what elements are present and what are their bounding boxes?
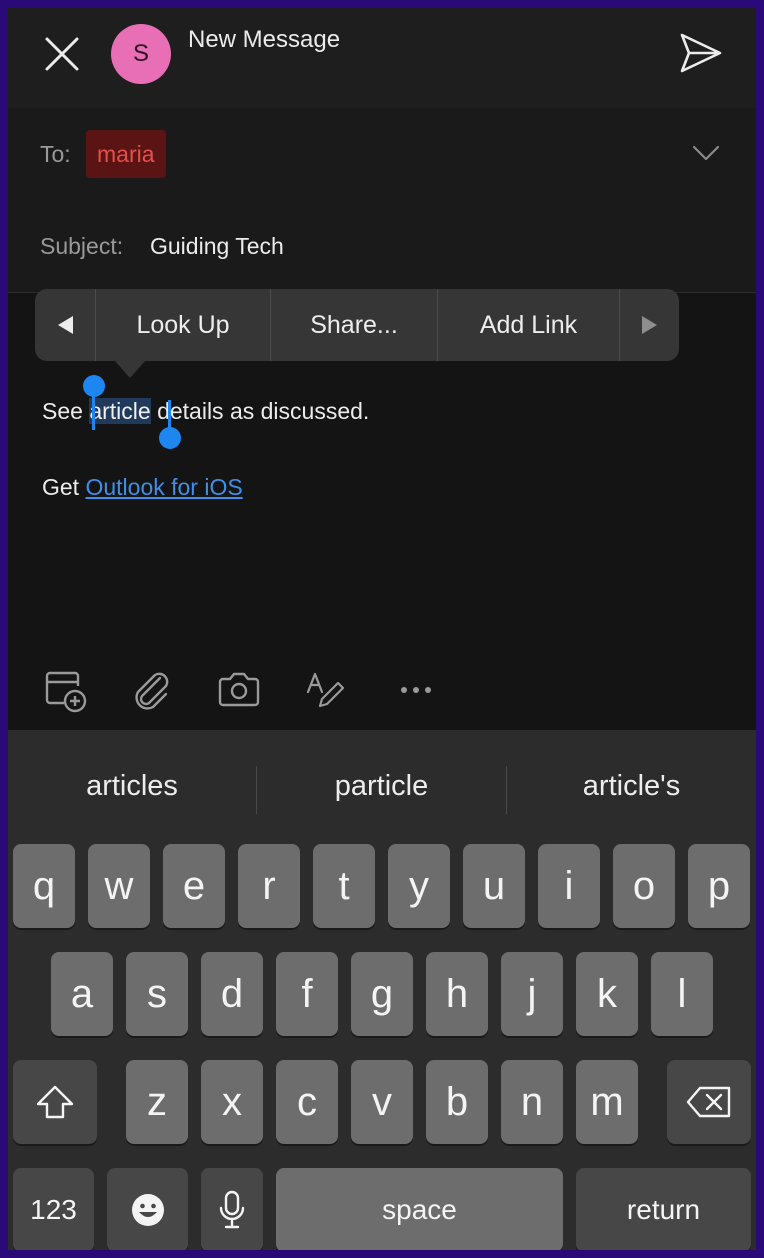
- key-t[interactable]: t: [313, 844, 375, 928]
- compose-header: S New Message: [8, 8, 756, 109]
- send-icon: [680, 33, 722, 73]
- key-e[interactable]: e: [163, 844, 225, 928]
- compose-screen: S New Message To: maria Subject: Guiding…: [8, 8, 756, 1250]
- key-m[interactable]: m: [576, 1060, 638, 1144]
- more-icon: [401, 687, 431, 693]
- return-key[interactable]: return: [576, 1168, 751, 1250]
- subject-input[interactable]: Guiding Tech: [150, 233, 284, 260]
- shift-key[interactable]: [13, 1060, 97, 1144]
- signature: Get Outlook for iOS: [42, 474, 243, 501]
- microphone-icon: [219, 1190, 245, 1229]
- camera-icon: [218, 672, 260, 707]
- emoji-icon: [131, 1194, 164, 1226]
- share-button[interactable]: Share...: [271, 289, 438, 361]
- camera-button[interactable]: [215, 666, 263, 714]
- format-text-button[interactable]: [302, 666, 350, 714]
- suggestion-3[interactable]: article's: [507, 730, 756, 842]
- space-key[interactable]: space: [276, 1168, 563, 1250]
- key-w[interactable]: w: [88, 844, 150, 928]
- key-n[interactable]: n: [501, 1060, 563, 1144]
- edit-context-menu: Look Up Share... Add Link: [35, 289, 679, 361]
- keyboard: articles particle article's q w e r t y …: [8, 730, 756, 1250]
- format-text-icon: [306, 672, 345, 708]
- key-p[interactable]: p: [688, 844, 750, 928]
- key-x[interactable]: x: [201, 1060, 263, 1144]
- close-button[interactable]: [42, 34, 82, 74]
- paperclip-icon: [135, 672, 169, 710]
- key-h[interactable]: h: [426, 952, 488, 1036]
- calendar-add-icon: [45, 671, 87, 713]
- key-f[interactable]: f: [276, 952, 338, 1036]
- to-field[interactable]: To: maria: [8, 108, 756, 201]
- key-u[interactable]: u: [463, 844, 525, 928]
- suggestion-1[interactable]: articles: [8, 730, 256, 842]
- key-a[interactable]: a: [51, 952, 113, 1036]
- key-y[interactable]: y: [388, 844, 450, 928]
- key-d[interactable]: d: [201, 952, 263, 1036]
- key-j[interactable]: j: [501, 952, 563, 1036]
- outlook-ios-link[interactable]: Outlook for iOS: [85, 474, 242, 500]
- selection-end-handle[interactable]: [159, 427, 181, 449]
- to-label: To:: [40, 141, 71, 167]
- close-icon: [45, 37, 79, 71]
- subject-field[interactable]: Subject: Guiding Tech: [8, 200, 756, 293]
- numbers-key[interactable]: 123: [13, 1168, 94, 1250]
- dictation-key[interactable]: [201, 1168, 263, 1250]
- key-z[interactable]: z: [126, 1060, 188, 1144]
- selected-text[interactable]: article: [89, 398, 151, 424]
- signature-prefix: Get: [42, 474, 86, 500]
- key-q[interactable]: q: [13, 844, 75, 928]
- chevron-down-icon[interactable]: [692, 144, 720, 162]
- selection-start-caret: [92, 392, 95, 430]
- key-r[interactable]: r: [238, 844, 300, 928]
- recipient-chip[interactable]: maria: [86, 130, 166, 178]
- menu-prev-button[interactable]: [35, 289, 96, 361]
- key-v[interactable]: v: [351, 1060, 413, 1144]
- triangle-right-icon: [641, 316, 657, 334]
- key-l[interactable]: l: [651, 952, 713, 1036]
- backspace-icon: [686, 1086, 731, 1118]
- body-text-after: details as discussed.: [150, 398, 370, 424]
- subject-label: Subject:: [40, 233, 124, 259]
- avatar[interactable]: S: [111, 24, 171, 84]
- emoji-key[interactable]: [107, 1168, 188, 1250]
- suggestion-2[interactable]: particle: [257, 730, 506, 842]
- more-button[interactable]: [392, 666, 440, 714]
- context-menu-pointer: [114, 360, 146, 378]
- backspace-key[interactable]: [667, 1060, 751, 1144]
- key-b[interactable]: b: [426, 1060, 488, 1144]
- triangle-left-icon: [57, 316, 73, 334]
- key-c[interactable]: c: [276, 1060, 338, 1144]
- body-text-before: See: [42, 398, 90, 424]
- key-s[interactable]: s: [126, 952, 188, 1036]
- key-k[interactable]: k: [576, 952, 638, 1036]
- menu-next-button[interactable]: [620, 289, 679, 361]
- send-button[interactable]: [678, 30, 724, 76]
- key-i[interactable]: i: [538, 844, 600, 928]
- shift-icon: [36, 1085, 74, 1119]
- key-o[interactable]: o: [613, 844, 675, 928]
- add-link-button[interactable]: Add Link: [438, 289, 621, 361]
- attach-button[interactable]: [128, 666, 176, 714]
- page-title: New Message: [188, 26, 341, 53]
- calendar-add-button[interactable]: [42, 666, 90, 714]
- key-g[interactable]: g: [351, 952, 413, 1036]
- look-up-button[interactable]: Look Up: [96, 289, 272, 361]
